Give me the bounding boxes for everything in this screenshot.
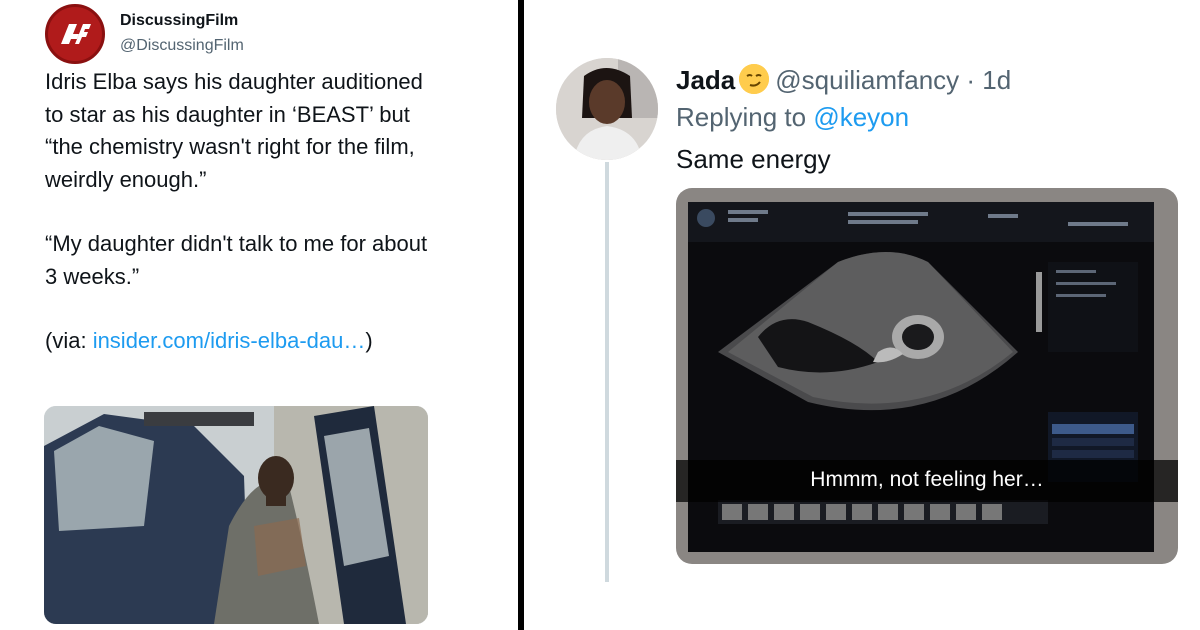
image-caption: Hmmm, not feeling her… bbox=[810, 468, 1044, 491]
display-name[interactable]: DiscussingFilm bbox=[120, 12, 238, 30]
tweet-quote: “My daughter didn't talk to me for about… bbox=[45, 231, 428, 289]
film-still-image[interactable] bbox=[44, 406, 428, 624]
tweet-source: (via: insider.com/idris-elba-dau…) bbox=[45, 325, 445, 358]
user-handle[interactable]: @squiliamfancy bbox=[775, 65, 959, 95]
mention-link[interactable]: @keyon bbox=[813, 102, 909, 132]
thread-connector-line bbox=[605, 162, 609, 582]
source-link[interactable]: insider.com/idris-elba-dau… bbox=[93, 328, 366, 353]
separator-dot: · bbox=[959, 65, 983, 95]
tweet-paragraph: Idris Elba says his daughter auditioned … bbox=[45, 69, 423, 192]
discussingfilm-avatar[interactable] bbox=[45, 4, 105, 64]
avatar-photo-drawing bbox=[556, 58, 658, 160]
ultrasound-image[interactable]: Hmmm, not feeling her… bbox=[676, 188, 1178, 564]
jada-avatar[interactable] bbox=[556, 58, 658, 160]
tweet-text: Same energy bbox=[676, 144, 831, 174]
right-tweet: Jada @squiliamfancy · 1d Replying to @key… bbox=[524, 0, 1200, 630]
left-tweet: DiscussingFilm @DiscussingFilm Idris Elb… bbox=[0, 0, 518, 630]
via-suffix: ) bbox=[365, 328, 373, 353]
replying-to: Replying to @keyon bbox=[676, 102, 909, 133]
film-still-drawing bbox=[44, 406, 428, 624]
smirking-face-icon bbox=[739, 64, 770, 94]
replying-prefix: Replying to bbox=[676, 102, 814, 132]
via-prefix: (via: bbox=[45, 328, 93, 353]
tweet-text: Idris Elba says his daughter auditioned … bbox=[45, 66, 445, 358]
discussingfilm-logo-icon bbox=[61, 24, 91, 44]
tweet-header: Jada @squiliamfancy · 1d bbox=[676, 64, 1011, 96]
user-handle[interactable]: @DiscussingFilm bbox=[120, 37, 244, 55]
display-name[interactable]: Jada bbox=[676, 65, 735, 95]
tweet-timestamp[interactable]: 1d bbox=[982, 65, 1011, 95]
